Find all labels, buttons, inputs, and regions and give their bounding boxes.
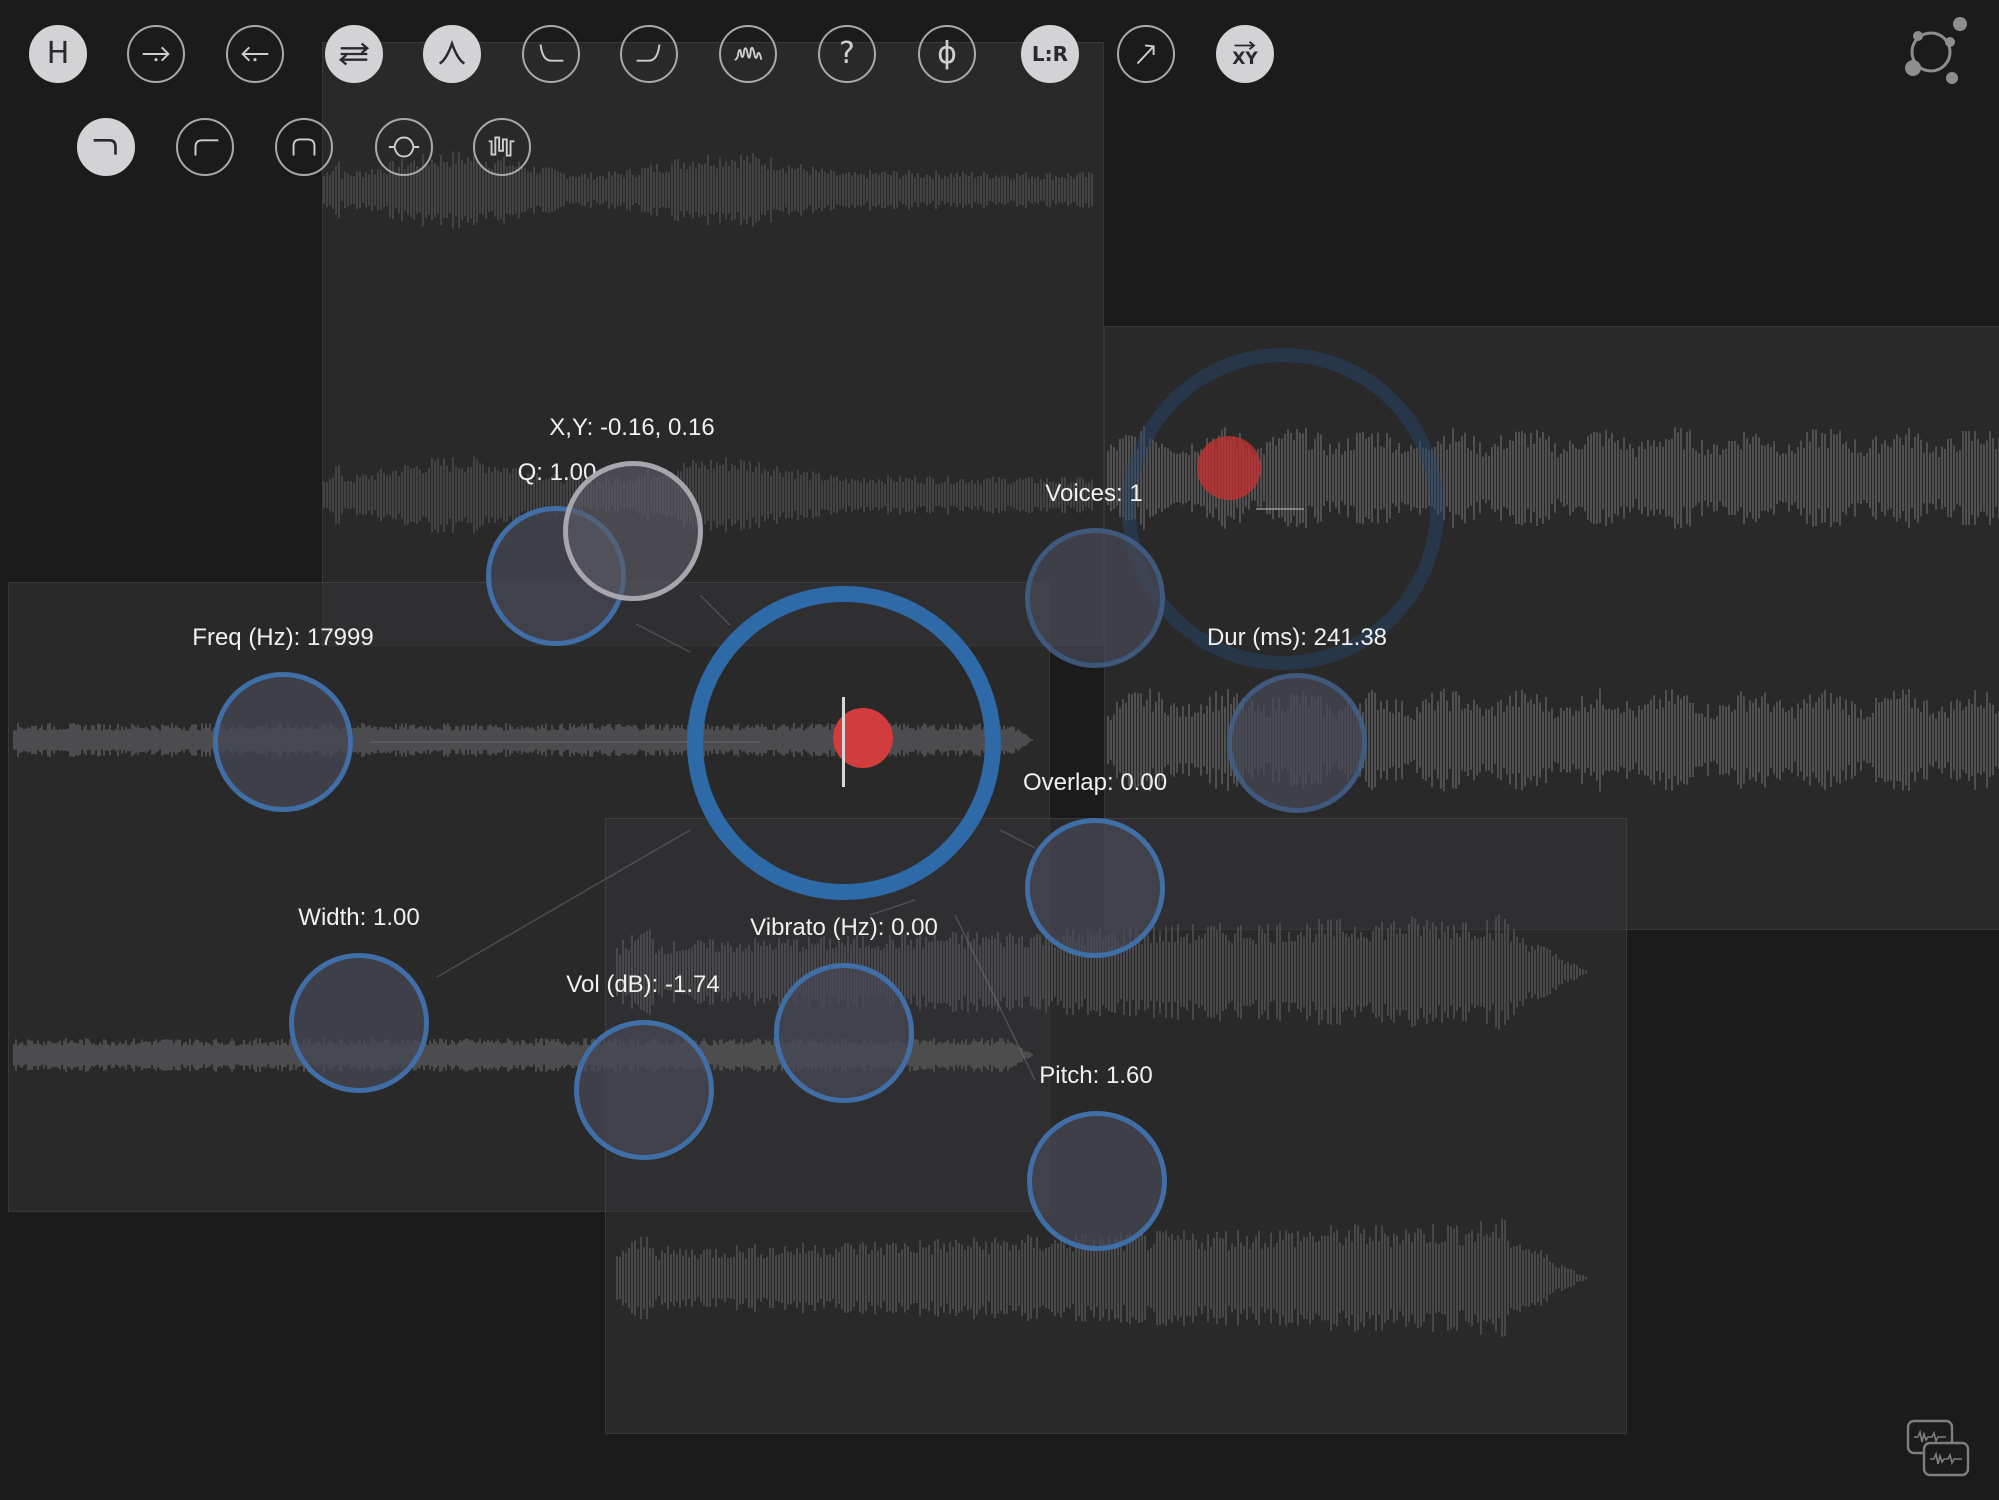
- arrow-right-button[interactable]: [127, 25, 185, 83]
- highpass-filter-button[interactable]: [176, 118, 234, 176]
- dur-label: Dur (ms): 241.38: [1206, 624, 1388, 651]
- pitch-label: Pitch: 1.60: [1039, 1062, 1153, 1089]
- question-icon: ?: [839, 36, 855, 71]
- low-curve-icon: [539, 44, 564, 62]
- voices-label: Voices: 1: [1045, 480, 1143, 507]
- arrow-right-icon: [142, 46, 170, 62]
- vol-knob[interactable]: [574, 1020, 714, 1160]
- overlap-knob[interactable]: [1025, 818, 1165, 958]
- highpass-icon: [194, 139, 219, 156]
- wave-peaks-icon: [734, 46, 763, 61]
- freq-label: Freq (Hz): 17999: [192, 624, 374, 651]
- overlap-label: Overlap: 0.00: [1022, 769, 1168, 796]
- highshelf-button[interactable]: [620, 25, 678, 83]
- bell-curve-icon: [438, 39, 466, 65]
- swap-button[interactable]: [325, 25, 383, 83]
- playhead-line: [842, 697, 845, 787]
- phase-button[interactable]: ϕ: [918, 25, 976, 83]
- lr-icon: L:R: [1031, 42, 1069, 66]
- help-button[interactable]: ?: [818, 25, 876, 83]
- vibrato-label: Vibrato (Hz): 0.00: [750, 914, 938, 941]
- band-icon: [292, 138, 316, 156]
- xy-text: XY: [1232, 49, 1258, 69]
- waveform-button[interactable]: [719, 25, 777, 83]
- lowpass-icon: [93, 139, 117, 155]
- freq-knob[interactable]: [213, 672, 353, 812]
- xy-readout: X,Y: -0.16, 0.16: [549, 414, 715, 441]
- band-filter-button[interactable]: [275, 118, 333, 176]
- lr-button[interactable]: L:R: [1021, 25, 1079, 83]
- voices-knob[interactable]: [1025, 528, 1165, 668]
- vibrato-knob[interactable]: [774, 963, 914, 1103]
- h-button[interactable]: H: [29, 25, 87, 83]
- lowpass-filter-button[interactable]: [77, 118, 135, 176]
- notch-filter-button[interactable]: [375, 118, 433, 176]
- xy-button[interactable]: XY: [1216, 25, 1274, 83]
- pitch-knob[interactable]: [1027, 1111, 1167, 1251]
- secondary-playhead-dot[interactable]: [1197, 436, 1261, 500]
- notch-icon: [388, 136, 420, 158]
- comb-filter-button[interactable]: [473, 118, 531, 176]
- phi-icon: ϕ: [937, 36, 957, 71]
- diagonal-arrow-icon: [1136, 44, 1155, 65]
- arrow-left-icon: [241, 46, 269, 62]
- granular-workspace[interactable]: H ? ϕ L:R XY X,Y: -0.16, 0.16 Q: 1.00 Fr…: [0, 0, 1999, 1500]
- diagonal-arrow-button[interactable]: [1117, 25, 1175, 83]
- xy-handle-knob[interactable]: [563, 461, 703, 601]
- width-label: Width: 1.00: [298, 904, 420, 931]
- width-knob[interactable]: [289, 953, 429, 1093]
- bandpass-button[interactable]: [423, 25, 481, 83]
- dur-knob[interactable]: [1227, 673, 1367, 813]
- sample-panel-top[interactable]: [322, 42, 1104, 646]
- network-nodes-icon[interactable]: [1904, 14, 1974, 84]
- swap-arrows-icon: [338, 42, 370, 66]
- high-curve-icon: [636, 44, 661, 62]
- arrow-left-button[interactable]: [226, 25, 284, 83]
- sample-cards-icon[interactable]: [1905, 1418, 1971, 1480]
- letter-h-icon: H: [46, 36, 70, 71]
- secondary-playhead-line: [1256, 508, 1304, 510]
- vol-label: Vol (dB): -1.74: [566, 971, 720, 998]
- comb-icon: [488, 136, 515, 157]
- lowshelf-button[interactable]: [522, 25, 580, 83]
